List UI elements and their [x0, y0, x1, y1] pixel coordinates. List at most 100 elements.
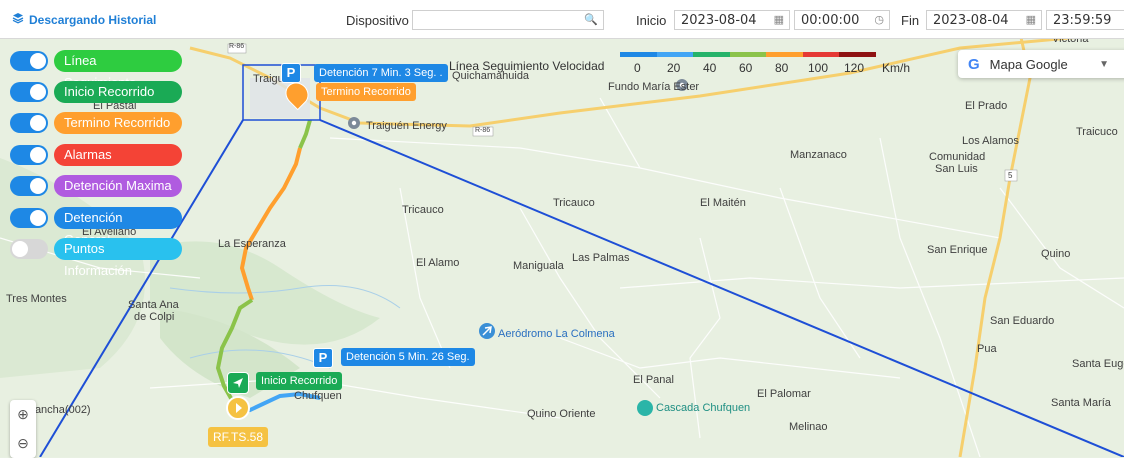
calendar-icon: ▦	[1025, 13, 1036, 26]
toggle-label: Alarmas	[54, 144, 182, 166]
place-label: Tricauco	[553, 197, 595, 209]
toggle-label: Detención Maxima	[54, 175, 182, 197]
toggle-label: Línea Seguimiento	[54, 50, 182, 90]
toggle-end-route[interactable]: Termino Recorrido	[10, 112, 182, 134]
place-label: Los Alamos	[962, 135, 1019, 147]
place-label: Chufquen	[294, 390, 342, 402]
place-label: Quino	[1041, 248, 1071, 260]
place-label: El Alamo	[416, 257, 460, 269]
place-label: Traicuco	[1076, 126, 1118, 138]
parking-icon[interactable]: P	[281, 63, 301, 83]
place-label: El Palomar	[757, 388, 811, 400]
google-icon: G	[968, 55, 980, 73]
toggle-switch[interactable]	[10, 113, 48, 133]
place-label: San Luis	[935, 163, 978, 175]
toggle-switch[interactable]	[10, 208, 48, 228]
start-time-value: 00:00:00	[801, 13, 860, 28]
calendar-icon: ▦	[773, 13, 784, 26]
place-label: Cascada Chufquen	[656, 402, 751, 414]
toggle-switch[interactable]	[10, 145, 48, 165]
toggle-start-route[interactable]: Inicio Recorrido	[10, 81, 182, 103]
toggle-alarms[interactable]: Alarmas	[10, 144, 182, 166]
place-label: Comunidad	[929, 151, 986, 163]
start-label: Inicio	[636, 13, 667, 28]
map-type-label: Mapa Google	[989, 56, 1068, 72]
clock-icon: ◷	[874, 13, 884, 26]
end-label: Fin	[901, 13, 920, 28]
toggle-label: Termino Recorrido	[54, 112, 182, 134]
toggle-switch[interactable]	[10, 82, 48, 102]
speed-tick: 120	[844, 61, 865, 75]
place-label: Santa Euge	[1072, 358, 1124, 370]
chevron-down-icon: ▼	[1099, 58, 1109, 70]
search-icon: 🔍	[584, 13, 598, 26]
toggle-label: Puntos Información	[54, 238, 182, 278]
speed-unit: Km/h	[882, 61, 911, 75]
place-label: Tricauco	[402, 204, 444, 216]
toggle-switch[interactable]	[10, 176, 48, 196]
start-date-input[interactable]: 2023-08-04 ▦	[674, 10, 790, 30]
zoom-controls: ⊕ ⊖	[10, 400, 36, 458]
end-date-input[interactable]: 2023-08-04 ▦	[926, 10, 1042, 30]
road-label: 5	[1008, 171, 1013, 180]
layers-icon	[12, 12, 24, 27]
end-time-value: 23:59:59	[1053, 13, 1112, 28]
place-label: Traigu	[253, 73, 284, 85]
speed-tick: 20	[667, 61, 681, 75]
end-route-label: Termino Recorrido	[316, 83, 416, 101]
speed-tick: 100	[808, 61, 829, 75]
map-type-select[interactable]: G Mapa Google ▼	[958, 50, 1124, 78]
speed-legend: 0 20 40 60 80 100 120 Km/h	[620, 52, 910, 77]
place-label: Santa María	[1051, 397, 1111, 409]
speed-tick: 0	[634, 61, 641, 75]
zoom-out-button[interactable]: ⊖	[10, 429, 36, 458]
device-label: Dispositivo	[346, 13, 409, 28]
place-label: El Maitén	[700, 197, 746, 209]
place-label: Manzanaco	[790, 149, 847, 161]
place-label: Santa Ana	[128, 299, 179, 311]
speed-tick: 60	[739, 61, 753, 75]
device-search-input[interactable]: 🔍	[412, 10, 604, 30]
speed-tick: 80	[775, 61, 789, 75]
toggle-tracking-line[interactable]: Línea Seguimiento	[10, 50, 182, 90]
toggle-label: Detención General	[54, 207, 182, 247]
road-label: R-86	[229, 43, 245, 50]
start-date-value: 2023-08-04	[681, 13, 757, 28]
place-label: Fundo María Ester	[608, 81, 700, 93]
stop-top-label: Detención 7 Min. 3 Seg. .	[314, 64, 448, 82]
history-title: Descargando Historial	[12, 12, 156, 27]
vehicle-icon[interactable]	[226, 396, 250, 420]
place-label: Quino Oriente	[527, 408, 596, 420]
place-label: Traiguén Energy	[366, 120, 447, 132]
toggle-general-stop[interactable]: Detención General	[10, 207, 182, 247]
place-label: El Prado	[965, 100, 1008, 112]
toggle-switch[interactable]	[10, 51, 48, 71]
place-label: Aeródromo La Colmena	[498, 328, 615, 340]
road-label: R-86	[475, 127, 491, 134]
place-label: Las Palmas	[572, 252, 630, 264]
start-route-label: Inicio Recorrido	[256, 372, 343, 390]
place-label: El Panal	[633, 374, 674, 386]
speed-tick: 40	[703, 61, 717, 75]
start-route-icon[interactable]	[227, 372, 249, 394]
history-title-text: Descargando Historial	[29, 12, 157, 27]
place-label: Maniguala	[513, 260, 564, 272]
place-label: de Colpi	[134, 311, 175, 323]
start-time-input[interactable]: 00:00:00 ◷	[794, 10, 890, 30]
vehicle-plate-label: RF.TS.58	[208, 427, 269, 447]
zoom-in-button[interactable]: ⊕	[10, 400, 36, 429]
place-label: San Enrique	[927, 244, 988, 256]
place-label: La Esperanza	[218, 238, 286, 250]
speed-legend-title: Línea Seguimiento Velocidad	[449, 59, 605, 73]
toggle-info-points[interactable]: Puntos Información	[10, 238, 182, 278]
toggle-max-stop[interactable]: Detención Maxima	[10, 175, 182, 197]
place-label: Tres Montes	[6, 293, 67, 305]
top-bar: Descargando Historial Dispositivo 🔍 Inic…	[0, 0, 1124, 39]
place-label: San Eduardo	[990, 315, 1055, 327]
parking-icon[interactable]: P	[313, 348, 333, 368]
toggle-label: Inicio Recorrido	[54, 81, 182, 103]
place-label: Cancha(002)	[27, 404, 91, 416]
stop-bottom-label: Detención 5 Min. 26 Seg.	[341, 348, 475, 366]
end-time-input[interactable]: 23:59:59	[1046, 10, 1124, 30]
toggle-switch[interactable]	[10, 239, 48, 259]
